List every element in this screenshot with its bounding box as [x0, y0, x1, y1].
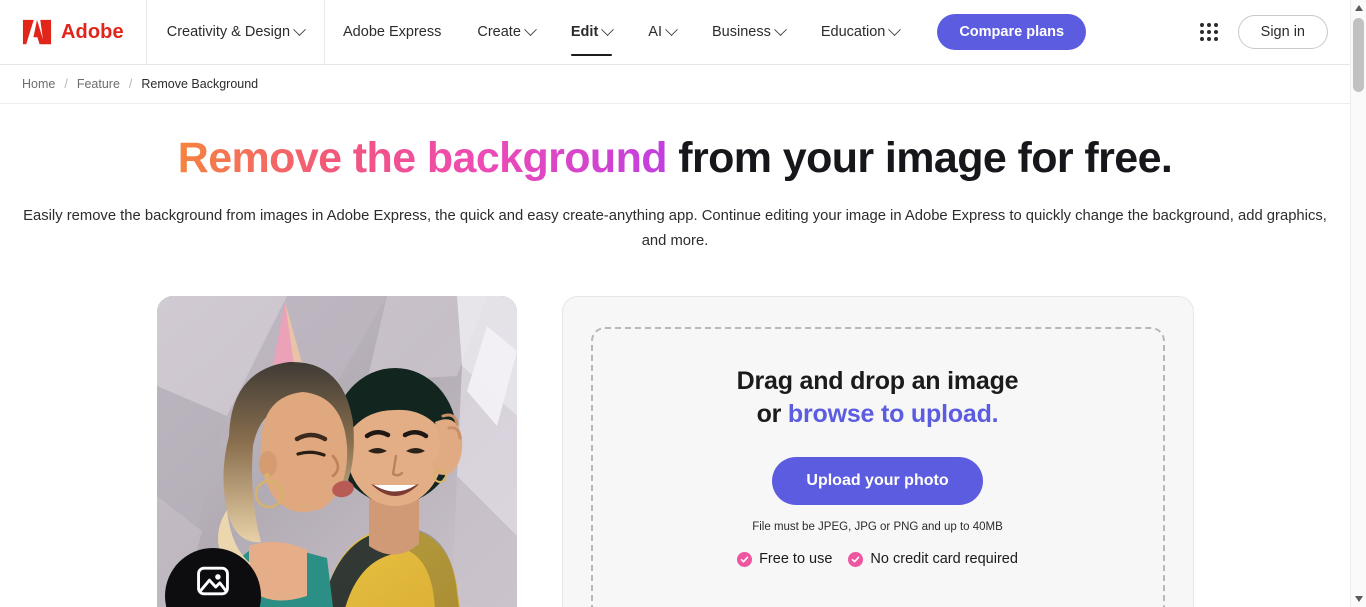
breadcrumb: Home / Feature / Remove Background	[0, 65, 1350, 104]
upload-your-photo-button[interactable]: Upload your photo	[772, 457, 983, 506]
nav-item-edit[interactable]: Edit	[553, 0, 630, 64]
hero-subtitle: Easily remove the background from images…	[23, 208, 1327, 250]
app-grid-dot	[1199, 23, 1204, 27]
app-grid-dot	[1213, 37, 1218, 41]
file-requirements-note: File must be JPEG, JPG or PNG and up to …	[752, 521, 1003, 534]
breadcrumb-separator: /	[64, 77, 68, 91]
breadcrumb-separator: /	[128, 77, 133, 91]
dropzone-or-prefix: or	[756, 400, 788, 429]
nav-item-business[interactable]: Business	[694, 0, 803, 64]
nav-item-ai[interactable]: AI	[630, 0, 694, 64]
vertical-scrollbar[interactable]	[1350, 0, 1366, 607]
page-title-gradient-part: Remove the background	[177, 134, 668, 182]
page-title-plain-part: from your image for free.	[666, 134, 1173, 182]
nav-secondary-group: Adobe Express Create Edit AI Business Ed…	[325, 0, 917, 64]
sample-photo-card[interactable]	[156, 296, 517, 607]
browse-to-upload-link[interactable]: browse to upload.	[788, 400, 999, 428]
scroll-down-button[interactable]	[1351, 591, 1366, 607]
breadcrumb-item-home[interactable]: Home	[22, 77, 55, 91]
image-icon	[196, 566, 229, 596]
chevron-down-icon	[524, 22, 537, 36]
nav-right-cluster: Sign in	[1196, 0, 1350, 64]
adobe-logo-link[interactable]: Adobe	[0, 0, 147, 64]
page-viewport: Adobe Creativity & Design Adobe Express …	[0, 0, 1350, 607]
nav-item-create[interactable]: Create	[459, 0, 553, 64]
upload-card: Drag and drop an image or browse to uplo…	[561, 296, 1194, 607]
chevron-down-icon	[888, 22, 902, 36]
app-grid-dot	[1206, 37, 1211, 41]
dropzone-headline: Drag and drop an image	[736, 367, 1019, 396]
status-badge: Free to use	[737, 551, 832, 567]
nav-item-adobe-express[interactable]: Adobe Express	[325, 0, 459, 64]
breadcrumb-item-feature[interactable]: Feature	[77, 77, 120, 91]
dropzone[interactable]: Drag and drop an image or browse to uplo…	[590, 327, 1165, 607]
status-badge-label: No credit card required	[870, 551, 1018, 568]
check-circle-icon	[737, 551, 753, 567]
app-grid-dot	[1199, 30, 1204, 34]
scroll-up-button[interactable]	[1351, 0, 1366, 16]
app-grid-dot	[1206, 23, 1211, 27]
chevron-down-icon	[601, 22, 615, 36]
compare-plans-button[interactable]: Compare plans	[937, 14, 1087, 50]
nav-item-label: AI	[648, 24, 662, 40]
browser-page: Adobe Creativity & Design Adobe Express …	[0, 0, 1366, 607]
breadcrumb-item-remove-background: Remove Background	[141, 77, 259, 91]
app-grid-dot	[1206, 30, 1211, 34]
status-badge-label: Free to use	[759, 551, 833, 568]
app-grid-dot	[1199, 37, 1204, 41]
upload-badges: Free to use No credit card required	[737, 551, 1018, 567]
chevron-down-icon	[293, 22, 306, 36]
check-circle-icon	[848, 551, 864, 567]
triangle-down-icon	[1354, 596, 1363, 602]
app-grid-icon[interactable]	[1196, 19, 1222, 45]
nav-item-label: Creativity & Design	[166, 24, 291, 40]
nav-item-creativity-design[interactable]: Creativity & Design	[147, 0, 326, 64]
nav-item-label: Create	[477, 24, 521, 40]
nav-item-label: Edit	[570, 24, 599, 40]
app-grid-dot	[1213, 23, 1218, 27]
nav-primary-group: Creativity & Design	[147, 0, 326, 64]
adobe-a-logo-icon	[22, 19, 52, 45]
nav-item-education[interactable]: Education	[803, 0, 918, 64]
chevron-down-icon	[773, 22, 787, 36]
page-title: Remove the background from your image fo…	[20, 134, 1330, 183]
scrollbar-thumb[interactable]	[1353, 18, 1364, 92]
tool-main-row: Drag and drop an image or browse to uplo…	[0, 296, 1350, 607]
app-grid-dot	[1213, 30, 1218, 34]
triangle-up-icon	[1354, 5, 1363, 11]
status-badge: No credit card required	[848, 551, 1018, 567]
sign-in-button[interactable]: Sign in	[1237, 15, 1328, 49]
nav-item-label: Adobe Express	[343, 24, 442, 40]
nav-item-label: Education	[820, 24, 886, 40]
brand-name: Adobe	[61, 20, 124, 43]
global-navigation-bar: Adobe Creativity & Design Adobe Express …	[0, 0, 1350, 65]
dropzone-subheadline: or browse to upload.	[757, 398, 999, 431]
nav-item-label: Business	[711, 24, 771, 40]
chevron-down-icon	[665, 22, 678, 36]
hero-section: Remove the background from your image fo…	[0, 104, 1350, 254]
